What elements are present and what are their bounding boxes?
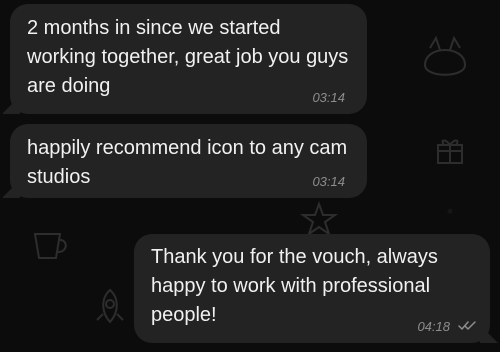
message-bubble-3-outgoing[interactable]: Thank you for the vouch, always happy to… (134, 234, 490, 343)
message-bubble-1[interactable]: 2 months in since we started working tog… (10, 4, 367, 114)
message-time: 04:18 (417, 319, 450, 334)
message-text: Thank you for the vouch, always happy to… (151, 246, 438, 326)
background-doodle-cat-icon (423, 35, 467, 76)
background-doodle-gift-icon (437, 139, 463, 164)
background-doodle-star-icon (300, 201, 338, 237)
double-check-icon (458, 321, 476, 330)
message-bubble-2[interactable]: happily recommend icon to any cam studio… (10, 124, 367, 198)
message-text: happily recommend icon to any cam studio… (27, 137, 348, 188)
background-doodle-cup-icon (33, 233, 67, 259)
background-doodle-rocket-icon (96, 288, 124, 324)
message-time: 03:14 (312, 174, 345, 189)
message-text: 2 months in since we started working tog… (27, 17, 349, 97)
message-time: 03:14 (312, 90, 345, 105)
